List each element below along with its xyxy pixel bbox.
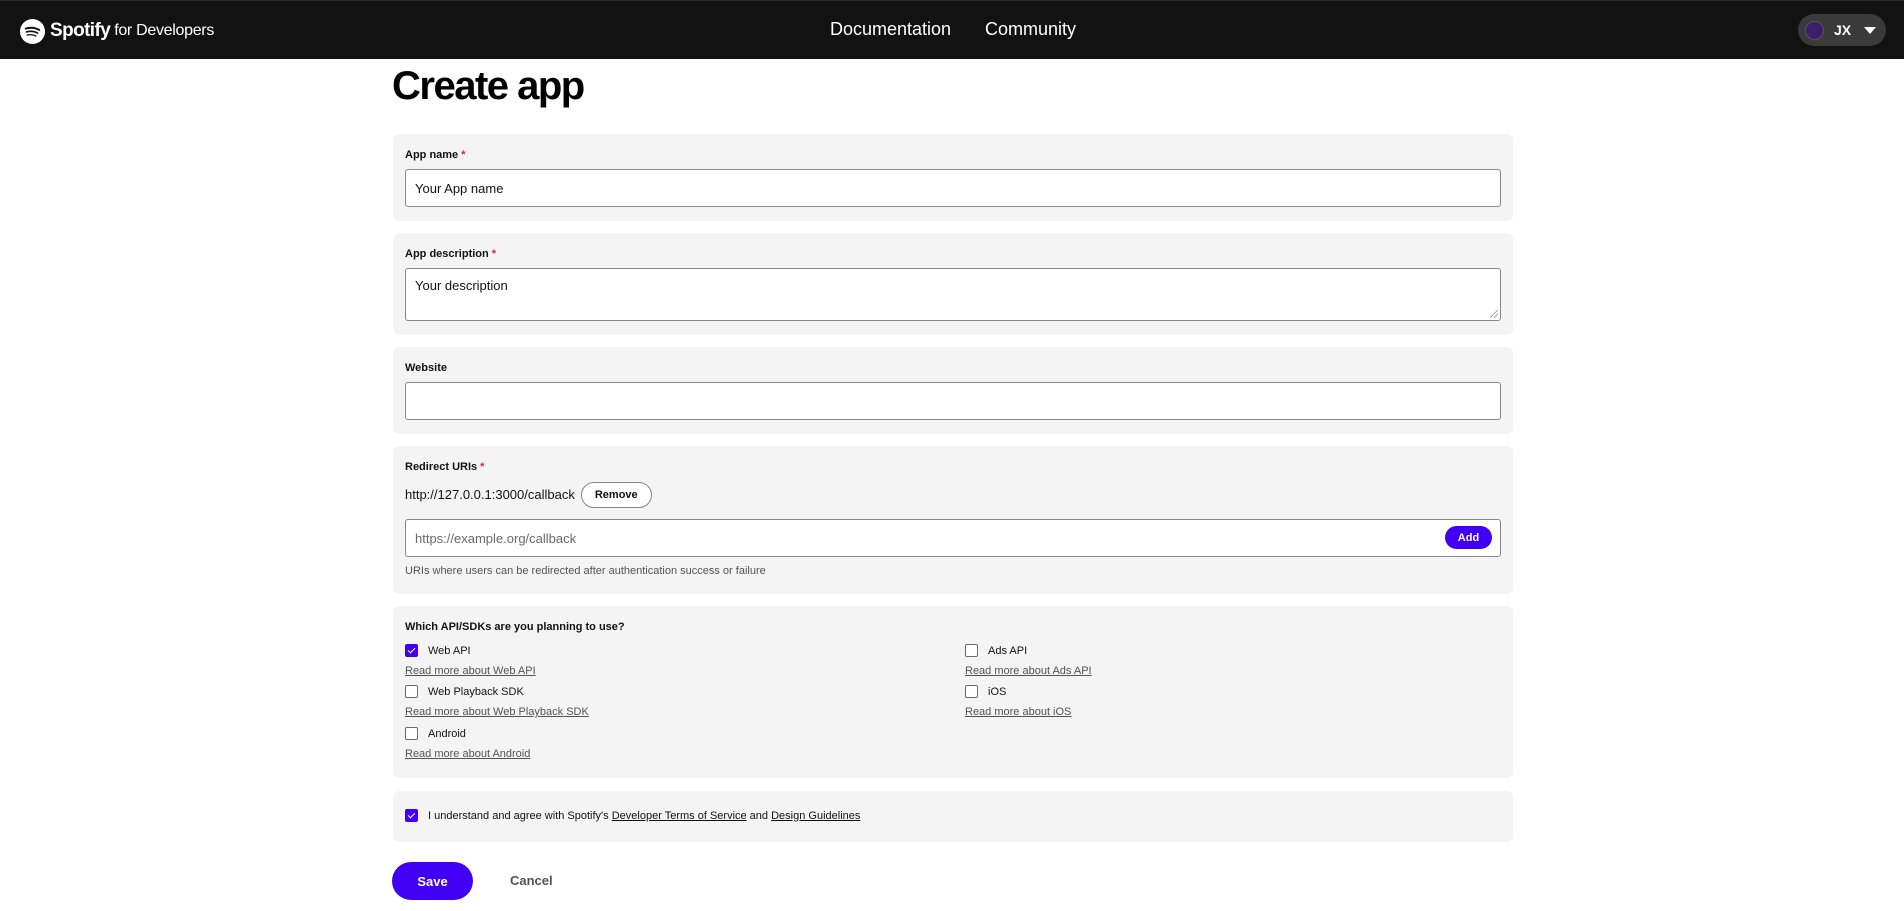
add-uri-button[interactable]: Add: [1445, 526, 1492, 549]
redirect-uri-hint: URIs where users can be redirected after…: [405, 565, 766, 577]
required-marker: *: [461, 149, 466, 161]
website-label: Website: [405, 362, 447, 374]
chevron-down-icon: [1864, 26, 1877, 34]
resize-handle-icon[interactable]: [1490, 310, 1498, 318]
required-marker: *: [491, 248, 497, 260]
app-description-section: App description * Your description: [393, 233, 1513, 335]
nav-community[interactable]: Community: [985, 19, 1076, 40]
android-label: Android: [428, 727, 466, 740]
api-sdk-section: Which API/SDKs are you planning to use? …: [393, 606, 1513, 778]
read-more-ads-api-link[interactable]: Read more about Ads API: [965, 665, 1092, 677]
ios-checkbox[interactable]: [965, 685, 978, 698]
web-api-option: Web API: [405, 644, 471, 657]
terms-checkbox[interactable]: [405, 809, 418, 822]
ads-api-checkbox[interactable]: [965, 644, 978, 657]
brand-suffix: for Developers: [114, 22, 215, 39]
web-playback-sdk-checkbox[interactable]: [405, 685, 418, 698]
spotify-logo-icon: [20, 18, 45, 44]
save-button[interactable]: Save: [392, 862, 473, 900]
api-sdk-question: Which API/SDKs are you planning to use?: [405, 621, 625, 633]
cancel-button[interactable]: Cancel: [510, 873, 553, 888]
web-playback-sdk-option: Web Playback SDK: [405, 685, 524, 698]
website-input[interactable]: [405, 382, 1501, 420]
top-nav-bar: Spotify for Developers Documentation Com…: [0, 0, 1904, 59]
ads-api-option: Ads API: [965, 644, 1027, 657]
redirect-uris-section: Redirect URIs * http://127.0.0.1:3000/cal…: [393, 446, 1513, 594]
ads-api-label: Ads API: [988, 644, 1028, 657]
ios-option: iOS: [965, 685, 1006, 698]
ios-label: iOS: [988, 685, 1007, 698]
web-api-checkbox[interactable]: [405, 644, 418, 657]
required-marker: *: [480, 461, 485, 473]
app-name-input[interactable]: Your App name: [405, 169, 1501, 207]
android-checkbox[interactable]: [405, 727, 418, 740]
design-guidelines-link[interactable]: Design Guidelines: [771, 810, 860, 822]
read-more-ios-link[interactable]: Read more about iOS: [965, 706, 1071, 718]
developer-terms-link[interactable]: Developer Terms of Service: [612, 810, 747, 822]
avatar: [1805, 20, 1824, 40]
remove-uri-button[interactable]: Remove: [580, 481, 652, 508]
terms-section: I understand and agree with Spotify's De…: [393, 791, 1513, 842]
user-initials: JX: [1834, 22, 1852, 38]
web-playback-sdk-label: Web Playback SDK: [428, 685, 524, 698]
brand-name: Spotify: [50, 20, 111, 41]
redirect-uri-placeholder: https://example.org/callback: [415, 530, 577, 546]
nav-documentation[interactable]: Documentation: [830, 19, 951, 40]
web-api-label: Web API: [428, 644, 471, 657]
app-name-label: App name *: [405, 149, 466, 161]
read-more-web-api-link[interactable]: Read more about Web API: [405, 665, 536, 677]
redirect-uri-entry: http://127.0.0.1:3000/callback Remove: [405, 481, 652, 508]
app-name-section: App name * Your App name: [393, 134, 1513, 221]
app-description-textarea[interactable]: Your description: [405, 268, 1501, 321]
read-more-web-playback-sdk-link[interactable]: Read more about Web Playback SDK: [405, 706, 589, 718]
page-title: Create app: [392, 64, 585, 108]
redirect-uri-value: http://127.0.0.1:3000/callback: [405, 487, 575, 502]
website-section: Website: [393, 347, 1513, 434]
redirect-uris-label: Redirect URIs *: [405, 461, 485, 473]
profile-menu-button[interactable]: JX: [1798, 14, 1886, 46]
terms-agreement: I understand and agree with Spotify's De…: [405, 809, 860, 822]
app-description-label: App description *: [405, 248, 497, 260]
redirect-uri-input[interactable]: https://example.org/callback Add: [405, 519, 1501, 557]
android-option: Android: [405, 727, 466, 740]
read-more-android-link[interactable]: Read more about Android: [405, 748, 530, 760]
app-description-value: Your description: [415, 278, 508, 293]
spotify-developers-logo[interactable]: Spotify for Developers: [20, 17, 214, 45]
terms-text: I understand and agree with Spotify's De…: [428, 809, 861, 822]
